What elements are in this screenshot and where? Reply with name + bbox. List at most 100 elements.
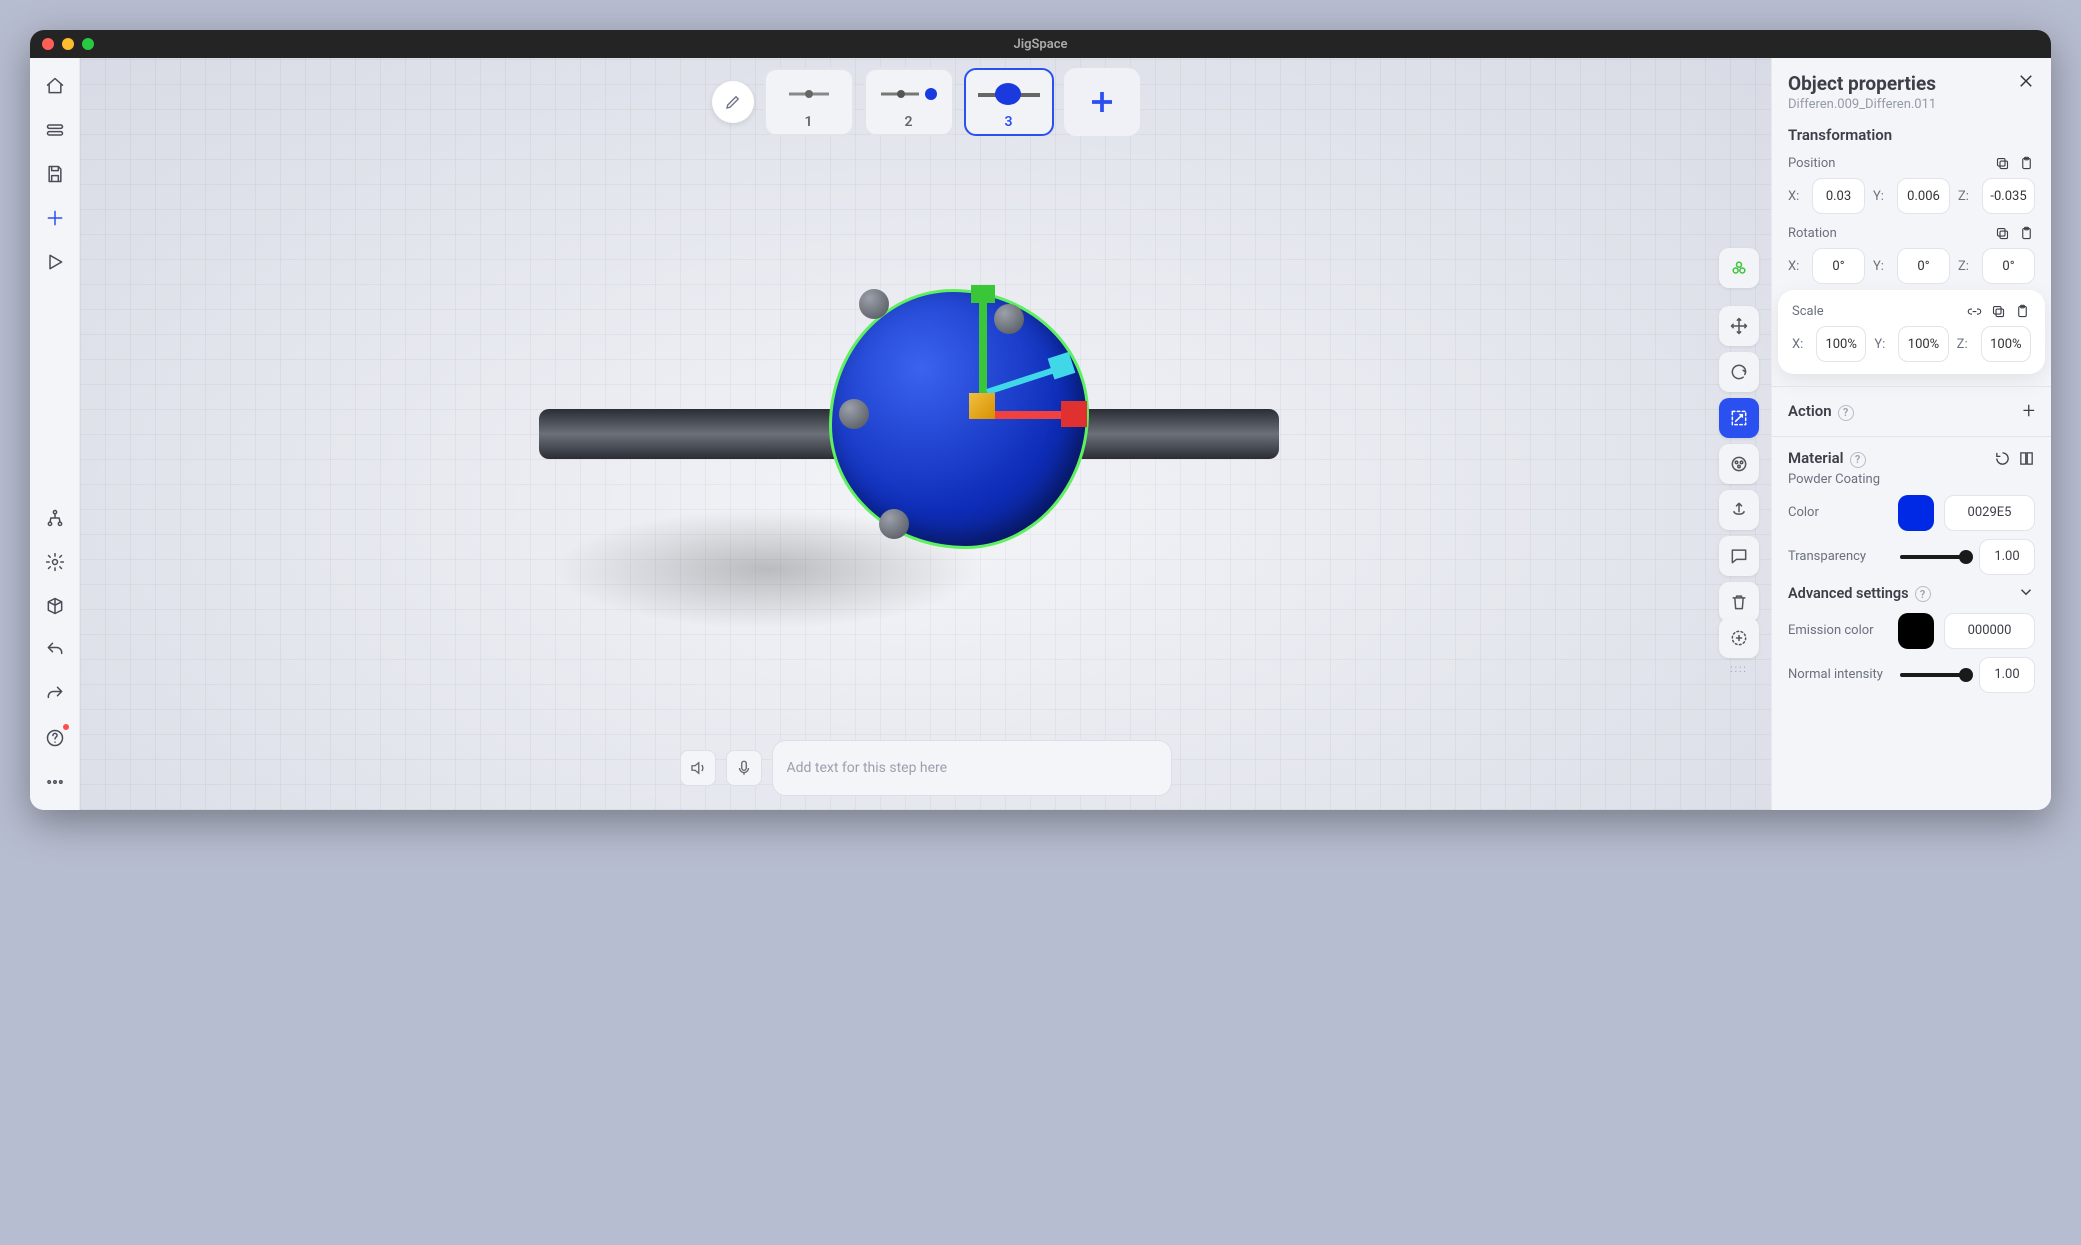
normal-value[interactable]: 1.00 xyxy=(1979,657,2035,693)
help-icon[interactable] xyxy=(37,720,73,756)
axis-x-label: X: xyxy=(1788,189,1804,204)
bolt-shape xyxy=(859,289,889,319)
assembly-icon[interactable] xyxy=(1719,248,1759,288)
gizmo-center[interactable] xyxy=(969,393,995,419)
normal-slider[interactable] xyxy=(1900,673,1967,677)
step-index: 1 xyxy=(805,114,813,130)
scale-section-highlight: Scale X: Y: Z: xyxy=(1778,290,2045,374)
add-step-button[interactable] xyxy=(1064,68,1140,136)
panel-title: Object properties xyxy=(1788,72,2035,95)
hierarchy-icon[interactable] xyxy=(37,500,73,536)
ar-icon[interactable] xyxy=(37,588,73,624)
maximize-window-dot[interactable] xyxy=(82,38,94,50)
step-3[interactable]: 3 xyxy=(964,68,1054,136)
gizmo-y-axis[interactable] xyxy=(979,299,987,399)
app-window: JigSpace xyxy=(30,30,2051,810)
library-icon[interactable] xyxy=(2017,449,2035,467)
paste-icon[interactable] xyxy=(2017,154,2035,172)
rotation-x-input[interactable] xyxy=(1812,248,1865,284)
undo-icon[interactable] xyxy=(37,632,73,668)
copy-icon[interactable] xyxy=(1989,302,2007,320)
panel-subtitle: Differen.009_Differen.011 xyxy=(1788,97,2035,112)
axis-z-label: Z: xyxy=(1957,337,1973,352)
pivot-tool-icon[interactable] xyxy=(1719,490,1759,530)
rotation-z-input[interactable] xyxy=(1982,248,2035,284)
traffic-lights xyxy=(42,38,94,50)
action-heading: Action xyxy=(1788,402,1832,420)
edit-step-button[interactable] xyxy=(712,81,754,123)
normal-label: Normal intensity xyxy=(1788,667,1888,682)
emission-swatch[interactable] xyxy=(1898,613,1934,649)
scale-x-input[interactable] xyxy=(1816,326,1866,362)
help-circle-icon[interactable]: ? xyxy=(1838,405,1854,421)
layers-icon[interactable] xyxy=(37,112,73,148)
step-text-input[interactable] xyxy=(772,740,1172,796)
position-x-input[interactable] xyxy=(1812,178,1865,214)
gizmo-x-axis[interactable] xyxy=(987,411,1077,419)
scale-z-input[interactable] xyxy=(1981,326,2031,362)
step-2[interactable]: 2 xyxy=(864,68,954,136)
step-index: 3 xyxy=(1005,114,1013,130)
axis-y-label: Y: xyxy=(1874,337,1890,352)
emission-hex-input[interactable]: 000000 xyxy=(1944,613,2035,649)
redo-icon[interactable] xyxy=(37,676,73,712)
drag-handle-icon[interactable]: :::: xyxy=(1730,664,1748,675)
paste-icon[interactable] xyxy=(2017,224,2035,242)
move-tool-icon[interactable] xyxy=(1719,306,1759,346)
focus-tool-icon[interactable] xyxy=(1719,618,1759,658)
axis-y-label: Y: xyxy=(1873,259,1889,274)
position-label: Position xyxy=(1788,156,1835,171)
gear-icon[interactable] xyxy=(37,544,73,580)
transparency-value[interactable]: 1.00 xyxy=(1979,539,2035,575)
play-icon[interactable] xyxy=(37,244,73,280)
view-tool-rail-lower: :::: xyxy=(1719,618,1759,675)
bottom-bar xyxy=(680,740,1172,796)
view-tool-rail xyxy=(1719,248,1759,622)
steps-bar: 1 2 3 xyxy=(712,68,1140,136)
add-icon[interactable] xyxy=(37,200,73,236)
step-1[interactable]: 1 xyxy=(764,68,854,136)
add-action-button[interactable]: + xyxy=(2023,399,2035,424)
titlebar: JigSpace xyxy=(30,30,2051,58)
color-swatch[interactable] xyxy=(1898,495,1934,531)
advanced-heading: Advanced settings xyxy=(1788,585,1909,602)
position-y-input[interactable] xyxy=(1897,178,1950,214)
rotate-tool-icon[interactable] xyxy=(1719,352,1759,392)
delete-tool-icon[interactable] xyxy=(1719,582,1759,622)
bolt-shape xyxy=(839,399,869,429)
mic-icon[interactable] xyxy=(726,750,762,786)
close-panel-icon[interactable] xyxy=(2017,72,2035,94)
help-circle-icon[interactable]: ? xyxy=(1850,452,1866,468)
left-toolbar xyxy=(30,58,80,810)
viewport[interactable]: 1 2 3 xyxy=(80,58,1771,810)
save-icon[interactable] xyxy=(37,156,73,192)
transformation-heading: Transformation xyxy=(1788,126,2035,144)
reset-icon[interactable] xyxy=(1993,449,2011,467)
home-icon[interactable] xyxy=(37,68,73,104)
link-icon[interactable] xyxy=(1965,302,1983,320)
color-label: Color xyxy=(1788,505,1888,520)
chevron-down-icon[interactable] xyxy=(2017,583,2035,605)
copy-icon[interactable] xyxy=(1993,224,2011,242)
selected-object[interactable] xyxy=(729,249,1189,589)
scale-tool-icon[interactable] xyxy=(1719,398,1759,438)
copy-icon[interactable] xyxy=(1993,154,2011,172)
scale-label: Scale xyxy=(1792,304,1824,319)
scale-y-input[interactable] xyxy=(1898,326,1948,362)
sound-icon[interactable] xyxy=(680,750,716,786)
help-circle-icon[interactable]: ? xyxy=(1915,586,1931,602)
axis-y-label: Y: xyxy=(1873,189,1889,204)
axis-x-label: X: xyxy=(1788,259,1804,274)
more-icon[interactable] xyxy=(37,764,73,800)
transparency-slider[interactable] xyxy=(1900,555,1967,559)
paste-icon[interactable] xyxy=(2013,302,2031,320)
close-window-dot[interactable] xyxy=(42,38,54,50)
bolt-shape xyxy=(879,509,909,539)
color-hex-input[interactable]: 0029E5 xyxy=(1944,495,2035,531)
axis-x-label: X: xyxy=(1792,337,1808,352)
minimize-window-dot[interactable] xyxy=(62,38,74,50)
comment-tool-icon[interactable] xyxy=(1719,536,1759,576)
position-z-input[interactable] xyxy=(1982,178,2035,214)
rotation-y-input[interactable] xyxy=(1897,248,1950,284)
material-tool-icon[interactable] xyxy=(1719,444,1759,484)
